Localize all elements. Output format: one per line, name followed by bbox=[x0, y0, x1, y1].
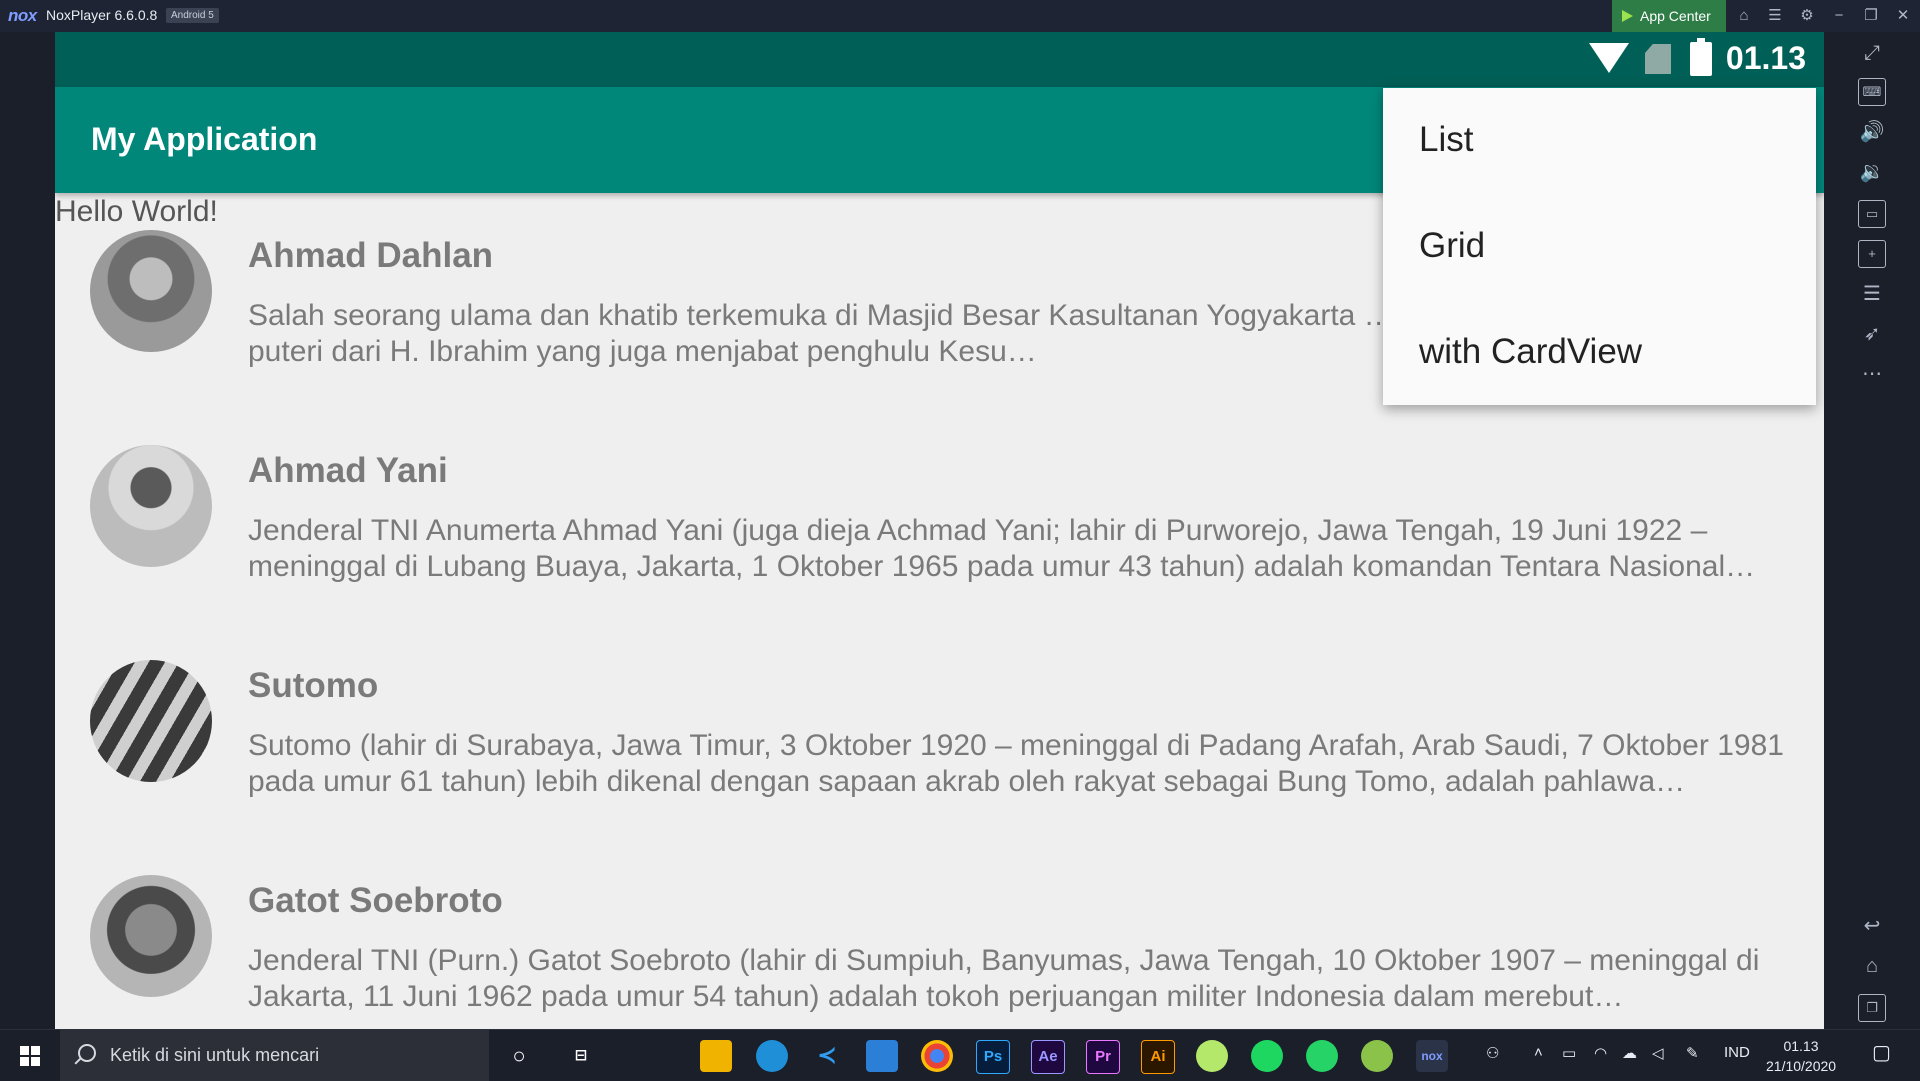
screen-icon[interactable]: ▭ bbox=[1858, 200, 1886, 228]
nox-logo: nox bbox=[8, 6, 37, 25]
fullscreen-icon[interactable]: ⤢ bbox=[1858, 39, 1886, 67]
chrome-icon[interactable] bbox=[921, 1040, 953, 1072]
overflow-menu: List Grid with CardView bbox=[1383, 88, 1816, 405]
pen-icon[interactable]: ✎ bbox=[1686, 1044, 1699, 1062]
file-explorer-icon[interactable] bbox=[700, 1040, 732, 1072]
speaker-icon[interactable]: ◁ bbox=[1652, 1044, 1664, 1062]
keyboard-icon[interactable]: ⌨ bbox=[1858, 78, 1886, 106]
taskbar-clock[interactable]: 01.13 21/10/2020 bbox=[1766, 1036, 1836, 1076]
nox-taskbar-icon[interactable]: nox bbox=[1416, 1040, 1448, 1072]
android-status-bar: 01.13 bbox=[55, 32, 1824, 87]
restore-icon[interactable]: ❐ bbox=[1860, 5, 1882, 27]
wifi-icon bbox=[1589, 43, 1629, 73]
play-store-icon bbox=[1622, 10, 1633, 22]
menu-item-label: Grid bbox=[1419, 226, 1486, 265]
avatar bbox=[90, 230, 212, 352]
chevron-up-icon[interactable]: ˄ bbox=[1534, 1044, 1543, 1061]
back-icon[interactable]: ↩ bbox=[1858, 912, 1886, 940]
after-effects-icon[interactable]: Ae bbox=[1031, 1040, 1065, 1074]
emulator-title: NoxPlayer 6.6.0.8 bbox=[46, 7, 158, 23]
volume-down-icon[interactable]: 🔉 bbox=[1858, 158, 1886, 186]
windows-start-icon[interactable] bbox=[20, 1046, 40, 1066]
rocket-icon[interactable]: ➶ bbox=[1858, 320, 1886, 348]
status-time: 01.13 bbox=[1725, 40, 1806, 76]
clock-time: 01.13 bbox=[1783, 1038, 1819, 1054]
avatar bbox=[90, 875, 212, 997]
emulator-sidebar: ⤢ ⌨ 🔊 🔉 ▭ + ☰ ➶ ⋯ ↩ ⌂ ❐ bbox=[1824, 32, 1920, 1029]
onedrive-icon[interactable]: ☁ bbox=[1622, 1044, 1637, 1062]
spotify-icon[interactable] bbox=[1251, 1040, 1283, 1072]
hero-name: Gatot Soebroto bbox=[248, 881, 503, 920]
list-item[interactable]: Ahmad Yani Jenderal TNI Anumerta Ahmad Y… bbox=[55, 445, 1824, 660]
hero-name: Sutomo bbox=[248, 666, 379, 705]
android-screen: 01.13 My Application Hello World! Ahmad … bbox=[55, 32, 1824, 1029]
search-placeholder: Ketik di sini untuk mencari bbox=[110, 1045, 320, 1065]
hero-name: Ahmad Dahlan bbox=[248, 236, 494, 275]
battery-icon[interactable]: ▭ bbox=[1562, 1044, 1576, 1062]
hello-text: Hello World! bbox=[55, 195, 218, 228]
shirt-icon[interactable]: ⌂ bbox=[1733, 5, 1755, 27]
illustrator-icon[interactable]: Ai bbox=[1141, 1040, 1175, 1074]
hero-description: Jenderal TNI (Purn.) Gatot Soebroto (lah… bbox=[248, 944, 1760, 1013]
premiere-icon[interactable]: Pr bbox=[1086, 1040, 1120, 1074]
avatar bbox=[90, 445, 212, 567]
hero-description: Sutomo (lahir di Surabaya, Jawa Timur, 3… bbox=[248, 729, 1784, 798]
list-item[interactable]: Sutomo Sutomo (lahir di Surabaya, Jawa T… bbox=[55, 660, 1824, 875]
android-studio-icon[interactable] bbox=[1361, 1040, 1393, 1072]
network-icon[interactable]: ◠ bbox=[1594, 1044, 1607, 1062]
avatar bbox=[90, 660, 212, 782]
task-view-icon[interactable]: ⊟ bbox=[565, 1040, 597, 1072]
input-language[interactable]: IND bbox=[1724, 1044, 1750, 1061]
menu-item-label: List bbox=[1419, 120, 1474, 159]
app-center-label: App Center bbox=[1640, 8, 1711, 24]
whatsapp-icon[interactable] bbox=[1306, 1040, 1338, 1072]
edge-icon[interactable] bbox=[756, 1040, 788, 1072]
minimize-icon[interactable]: − bbox=[1828, 5, 1850, 27]
people-icon[interactable]: ⚇ bbox=[1486, 1044, 1499, 1062]
no-sim-icon bbox=[1645, 44, 1671, 74]
hero-description: Jenderal TNI Anumerta Ahmad Yani (juga d… bbox=[248, 514, 1756, 583]
search-icon bbox=[78, 1044, 96, 1062]
app-title: My Application bbox=[91, 121, 318, 157]
volume-up-icon[interactable]: 🔊 bbox=[1858, 118, 1886, 146]
recent-apps-icon[interactable]: ❐ bbox=[1858, 994, 1886, 1022]
menu-item-cardview[interactable]: with CardView bbox=[1383, 300, 1816, 406]
home-icon[interactable]: ⌂ bbox=[1858, 952, 1886, 980]
app-center-button[interactable]: App Center bbox=[1612, 0, 1726, 32]
notification-icon[interactable]: ▢ bbox=[1872, 1040, 1891, 1065]
mail-icon[interactable] bbox=[866, 1040, 898, 1072]
menu-item-grid[interactable]: Grid bbox=[1383, 194, 1816, 300]
list-item[interactable]: Gatot Soebroto Jenderal TNI (Purn.) Gato… bbox=[55, 875, 1824, 1029]
multi-instance-icon[interactable]: ☰ bbox=[1858, 280, 1886, 308]
windows-taskbar: Ketik di sini untuk mencari ○ ⊟ ≺ Ps Ae … bbox=[0, 1029, 1920, 1081]
clock-date: 21/10/2020 bbox=[1766, 1058, 1837, 1074]
menu-item-label: with CardView bbox=[1419, 332, 1643, 371]
add-apk-icon[interactable]: + bbox=[1858, 240, 1886, 268]
android-version-badge: Android 5 bbox=[166, 8, 219, 23]
menu-item-list[interactable]: List bbox=[1383, 88, 1816, 194]
photoshop-icon[interactable]: Ps bbox=[976, 1040, 1010, 1074]
menu-icon[interactable]: ☰ bbox=[1764, 5, 1786, 27]
vscode-icon[interactable]: ≺ bbox=[811, 1040, 843, 1072]
emulator-title-bar: nox NoxPlayer 6.6.0.8 Android 5 App Cent… bbox=[0, 0, 1920, 32]
cortana-icon[interactable]: ○ bbox=[503, 1040, 535, 1072]
app-icon[interactable] bbox=[1196, 1040, 1228, 1072]
hero-name: Ahmad Yani bbox=[248, 451, 448, 490]
close-icon[interactable]: ✕ bbox=[1892, 5, 1914, 27]
taskbar-search-box[interactable]: Ketik di sini untuk mencari bbox=[60, 1030, 489, 1081]
gear-icon[interactable]: ⚙ bbox=[1796, 5, 1818, 27]
more-icon[interactable]: ⋯ bbox=[1858, 360, 1886, 388]
battery-charging-icon bbox=[1690, 38, 1712, 76]
